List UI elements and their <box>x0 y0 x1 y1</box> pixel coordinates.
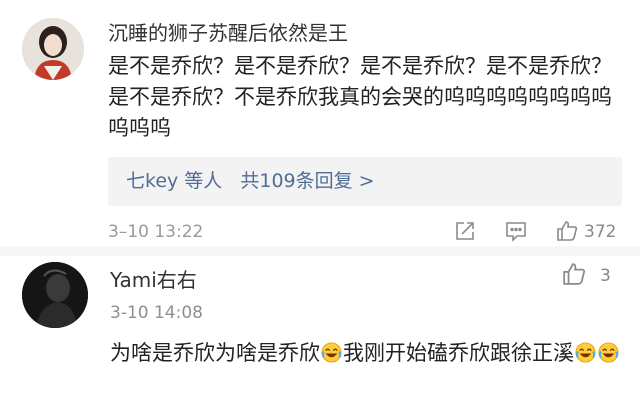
comment-icon[interactable] <box>505 220 527 246</box>
reply-count: 共109条回复 > <box>240 170 375 192</box>
share-icon[interactable] <box>454 220 476 246</box>
like-icon[interactable] <box>556 220 578 246</box>
replies-link[interactable]: 七key 等人 共109条回复 > <box>108 157 622 206</box>
comment-timestamp: 3–10 13:22 <box>108 222 204 242</box>
username[interactable]: Yami右右 <box>110 264 197 293</box>
comment-text: 是不是乔欣？是不是乔欣？是不是乔欣？是不是乔欣？是不是乔欣？不是乔欣我真的会哭的… <box>108 54 612 140</box>
reply-users: 七key 等人 <box>126 170 223 192</box>
comment-divider <box>0 246 640 256</box>
like-icon[interactable] <box>562 262 586 290</box>
laugh-cry-emoji <box>321 340 342 363</box>
laugh-cry-emoji <box>598 340 619 363</box>
username[interactable]: 沉睡的狮子苏醒后依然是王 <box>108 17 348 46</box>
user-avatar[interactable] <box>22 18 84 80</box>
comment-text-part: 为啥是乔欣为啥是乔欣 <box>110 341 320 365</box>
comment-text: 为啥是乔欣为啥是乔欣 我刚开始磕乔欣跟徐正溪 <box>110 337 630 370</box>
comment-text-part: 我刚开始磕乔欣跟徐正溪 <box>343 341 574 365</box>
laugh-cry-emoji <box>575 340 596 363</box>
user-avatar[interactable] <box>22 262 88 328</box>
comment-timestamp: 3-10 14:08 <box>110 303 203 323</box>
like-count: 372 <box>584 222 617 242</box>
like-count: 3 <box>600 266 611 286</box>
